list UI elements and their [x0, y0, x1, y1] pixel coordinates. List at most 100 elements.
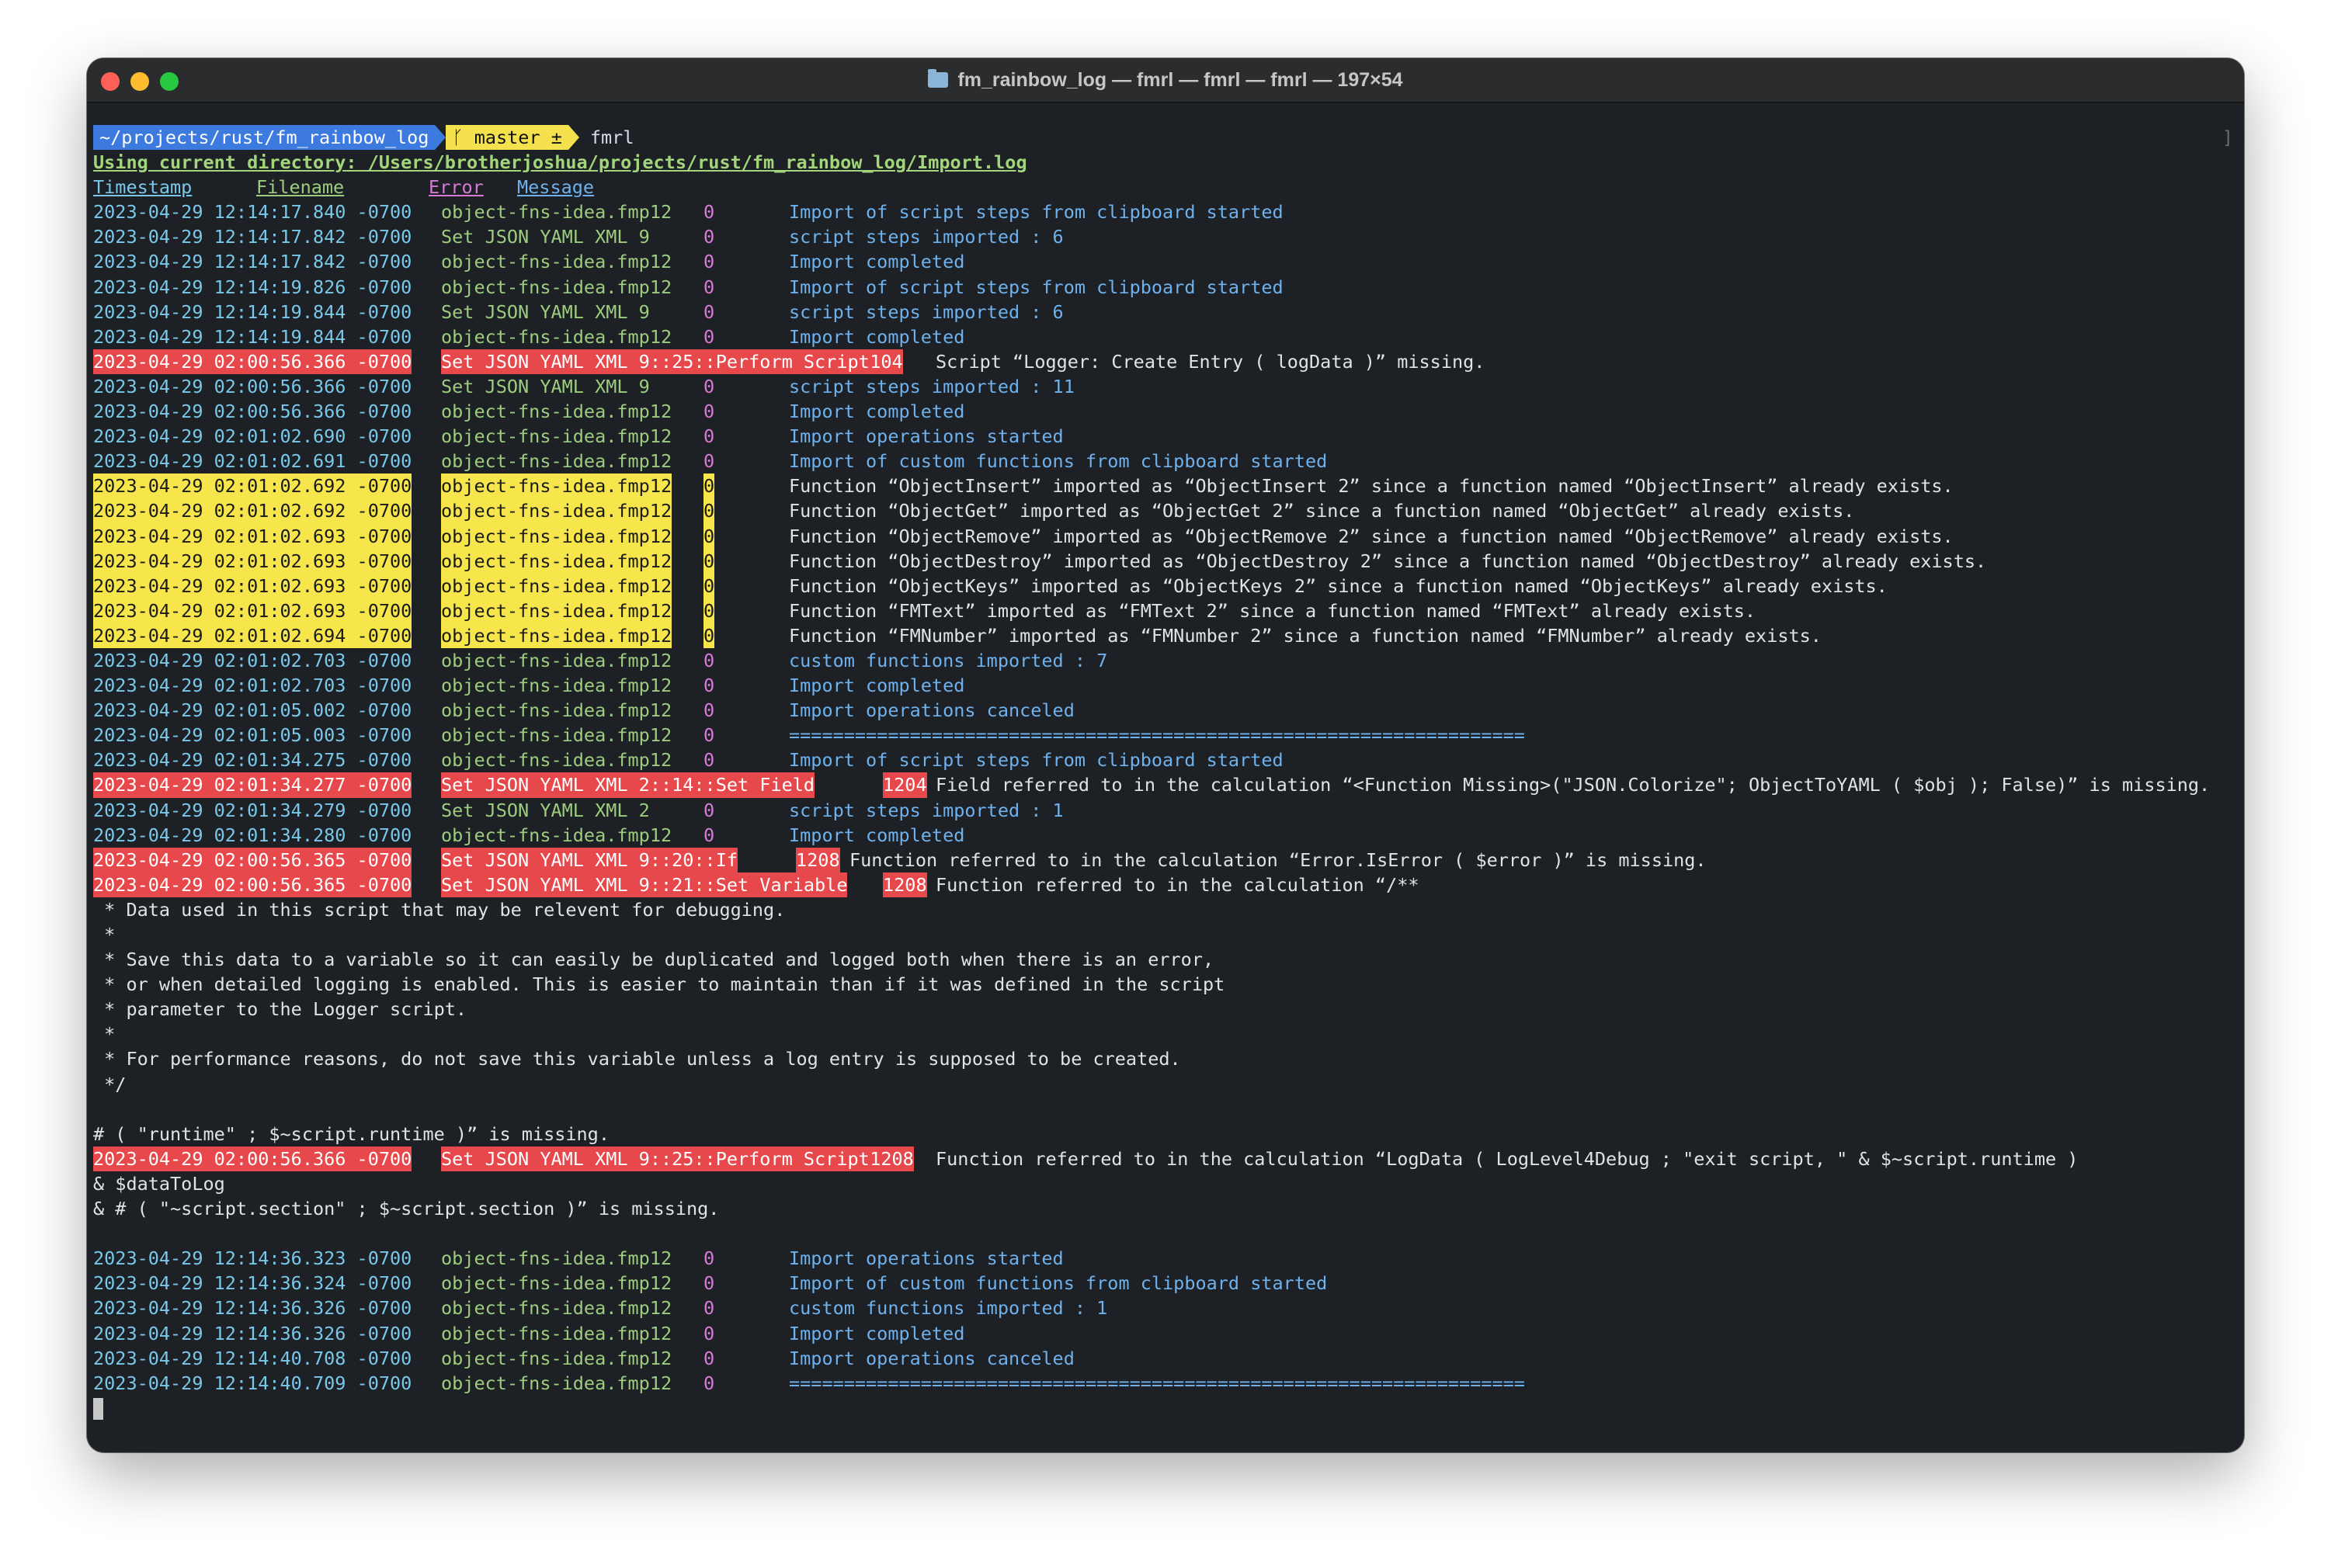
log-filename: object-fns-idea.fmp12 [441, 401, 672, 423]
log-message: Function referred to in the calculation … [849, 848, 1707, 871]
log-row: 2023-04-29 02:01:02.703 -0700 object-fns-… [93, 673, 2238, 698]
log-message: Function “ObjectGet” imported as “Object… [789, 500, 1855, 522]
cursor-line [93, 1396, 2238, 1421]
log-row: 2023-04-29 02:01:34.279 -0700 Set JSON YA… [93, 798, 2238, 823]
log-timestamp: 2023-04-29 02:00:56.365 -0700 [93, 847, 412, 872]
log-filename: object-fns-idea.fmp12 [441, 201, 672, 224]
log-message: Import completed [789, 1322, 965, 1344]
header-error: Error [429, 176, 484, 199]
header-filename: Filename [256, 176, 345, 199]
continuation-line: * [93, 924, 116, 945]
log-timestamp: 2023-04-29 02:01:34.275 -0700 [93, 749, 412, 772]
log-row: 2023-04-29 12:14:17.842 -0700 Set JSON YA… [93, 224, 2238, 249]
terminal-content[interactable]: ~/projects/rust/fm_rainbow_log ᚴ master ±… [93, 125, 2238, 1452]
column-headers: Timestamp Filename Error Message [93, 175, 2238, 199]
log-filename: object-fns-idea.fmp12 [441, 1322, 672, 1344]
prompt-git-branch: ᚴ master ± [446, 125, 568, 151]
log-timestamp: 2023-04-29 02:01:02.703 -0700 [93, 675, 412, 697]
log-row: 2023-04-29 02:00:56.366 -0700 Set JSON YA… [93, 1146, 2238, 1171]
log-row: 2023-04-29 02:01:02.692 -0700 object-fns-… [93, 474, 2238, 499]
log-message: Function “ObjectKeys” imported as “Objec… [789, 574, 1888, 597]
log-row: 2023-04-29 02:01:02.703 -0700 object-fns-… [93, 648, 2238, 673]
log-message: script steps imported : 6 [789, 226, 1064, 248]
log-entries: 2023-04-29 12:14:36.323 -0700 object-fns-… [93, 1246, 2238, 1396]
log-timestamp: 2023-04-29 02:01:34.280 -0700 [93, 824, 412, 846]
terminal-window: fm_rainbow_log — fmrl — fmrl — fmrl — 19… [87, 58, 2244, 1452]
log-timestamp: 2023-04-29 02:01:02.693 -0700 [93, 523, 412, 549]
log-row: 2023-04-29 02:00:56.366 -0700 Set JSON YA… [93, 349, 2238, 374]
log-message: Import operations started [789, 425, 1064, 448]
log-message: Function “FMText” imported as “FMText 2”… [789, 599, 1756, 622]
log-error-code: 0 [703, 1297, 715, 1320]
log-filename: object-fns-idea.fmp12 [441, 749, 672, 772]
log-filename: Set JSON YAML XML 9 [441, 375, 650, 397]
log-entries: 2023-04-29 02:00:56.366 -0700 Set JSON YA… [93, 1146, 2238, 1171]
continuation-text: * Data used in this script that may be r… [93, 897, 2238, 1147]
log-filename: Set JSON YAML XML 2::14::Set Field [441, 772, 815, 798]
log-row: 2023-04-29 02:01:34.280 -0700 object-fns-… [93, 823, 2238, 848]
log-filename: object-fns-idea.fmp12 [441, 675, 672, 697]
log-message: custom functions imported : 7 [789, 649, 1108, 671]
log-row: 2023-04-29 02:01:02.694 -0700 object-fns-… [93, 623, 2238, 648]
log-error-code: 0 [703, 276, 715, 298]
log-row: 2023-04-29 02:00:56.365 -0700 Set JSON YA… [93, 872, 2238, 897]
log-filename: Set JSON YAML XML 9::21::Set Variable [441, 872, 848, 897]
log-message: Function “ObjectInsert” imported as “Obj… [789, 475, 1954, 498]
log-row: 2023-04-29 12:14:40.708 -0700 object-fns-… [93, 1346, 2238, 1371]
log-row: 2023-04-29 12:14:36.324 -0700 object-fns-… [93, 1271, 2238, 1296]
log-timestamp: 2023-04-29 02:01:02.703 -0700 [93, 649, 412, 671]
log-error-code: 0 [703, 799, 715, 821]
prompt-command: fmrl [589, 127, 634, 148]
continuation-line: * Save this data to a variable so it can… [93, 949, 1214, 971]
continuation-line: * Data used in this script that may be r… [93, 898, 786, 921]
log-row: 2023-04-29 02:01:02.693 -0700 object-fns-… [93, 598, 2238, 623]
log-row: 2023-04-29 12:14:19.844 -0700 Set JSON YA… [93, 300, 2238, 324]
log-timestamp: 2023-04-29 12:14:36.326 -0700 [93, 1297, 412, 1320]
log-message: Function “FMNumber” imported as “FMNumbe… [789, 624, 1822, 647]
log-filename: object-fns-idea.fmp12 [441, 573, 672, 598]
log-filename: object-fns-idea.fmp12 [441, 623, 672, 648]
log-timestamp: 2023-04-29 12:14:36.324 -0700 [93, 1272, 412, 1295]
window-title: fm_rainbow_log — fmrl — fmrl — fmrl — 19… [87, 58, 2244, 102]
log-error-code: 0 [703, 325, 715, 348]
log-error-code: 0 [703, 1322, 715, 1344]
log-filename: object-fns-idea.fmp12 [441, 598, 672, 623]
log-error-code: 0 [703, 1272, 715, 1295]
log-filename: Set JSON YAML XML 9 [441, 300, 650, 323]
log-filename: object-fns-idea.fmp12 [441, 498, 672, 524]
folder-icon [928, 69, 949, 88]
log-error-code: 0 [703, 623, 715, 648]
log-row: 2023-04-29 02:01:34.275 -0700 object-fns-… [93, 748, 2238, 772]
log-filename: Set JSON YAML XML 9 [441, 226, 650, 248]
log-filename: object-fns-idea.fmp12 [441, 251, 672, 273]
log-message: Function referred to in the calculation … [936, 1147, 2079, 1170]
log-timestamp: 2023-04-29 02:01:05.003 -0700 [93, 724, 412, 747]
log-row: 2023-04-29 02:00:56.365 -0700 Set JSON YA… [93, 847, 2238, 872]
log-row: 2023-04-29 02:01:02.693 -0700 object-fns-… [93, 548, 2238, 574]
log-timestamp: 2023-04-29 02:01:02.694 -0700 [93, 623, 412, 648]
log-filename: object-fns-idea.fmp12 [441, 649, 672, 671]
log-error-code: 0 [703, 675, 715, 697]
log-timestamp: 2023-04-29 02:01:02.692 -0700 [93, 498, 412, 524]
continuation-line: * or when detailed logging is enabled. T… [93, 973, 1225, 996]
header-timestamp: Timestamp [93, 176, 193, 199]
log-error-code: 0 [703, 401, 715, 423]
log-row: 2023-04-29 12:14:19.844 -0700 object-fns-… [93, 324, 2238, 349]
log-message: Script “Logger: Create Entry ( logData )… [936, 350, 1485, 373]
log-message: Field referred to in the calculation “<F… [936, 774, 2211, 796]
log-timestamp: 2023-04-29 12:14:40.708 -0700 [93, 1347, 412, 1369]
log-timestamp: 2023-04-29 12:14:36.323 -0700 [93, 1247, 412, 1270]
log-filename: object-fns-idea.fmp12 [441, 276, 672, 298]
log-row: 2023-04-29 02:01:02.691 -0700 object-fns-… [93, 449, 2238, 474]
log-error-code: 0 [703, 498, 715, 524]
log-row: 2023-04-29 12:14:36.326 -0700 object-fns-… [93, 1321, 2238, 1346]
log-timestamp: 2023-04-29 02:01:34.279 -0700 [93, 799, 412, 821]
log-timestamp: 2023-04-29 12:14:17.842 -0700 [93, 251, 412, 273]
log-filename: Set JSON YAML XML 2 [441, 799, 650, 821]
log-message: Import of custom functions from clipboar… [789, 1272, 1328, 1295]
log-error-code: 0 [703, 450, 715, 473]
log-timestamp: 2023-04-29 12:14:19.844 -0700 [93, 325, 412, 348]
log-message: Import of script steps from clipboard st… [789, 201, 1284, 224]
log-error-code: 0 [703, 1247, 715, 1270]
log-error-code: 0 [703, 699, 715, 722]
